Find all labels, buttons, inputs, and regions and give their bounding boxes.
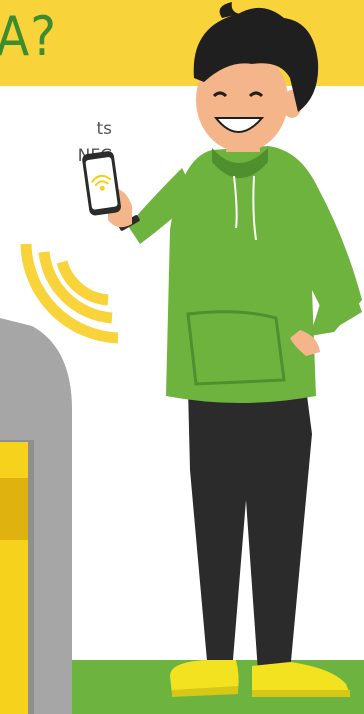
illustration bbox=[0, 2, 364, 714]
man-character bbox=[82, 2, 362, 697]
nfc-signal-icon bbox=[20, 243, 119, 344]
phone bbox=[82, 151, 121, 216]
payment-terminal bbox=[0, 318, 72, 714]
